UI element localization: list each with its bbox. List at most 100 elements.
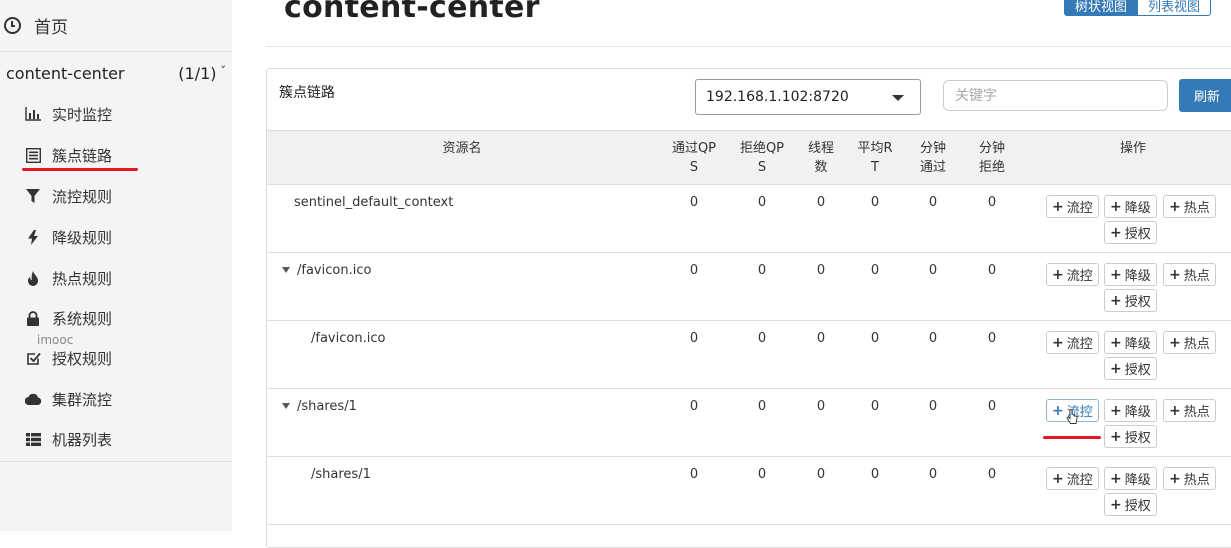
caret-down-icon[interactable] bbox=[282, 403, 290, 409]
sidebar-item-system-rules[interactable]: 系统规则 bbox=[24, 300, 224, 336]
sidebar-item-degrade-rules[interactable]: 降级规则 bbox=[24, 219, 224, 255]
sidebar-item-label: 降级规则 bbox=[52, 228, 113, 247]
col-minute-block: 分钟 拒绝 bbox=[978, 141, 1005, 175]
add-auth-rule-button[interactable]: + 授权 bbox=[1104, 221, 1157, 244]
add-hot-rule-button[interactable]: + 热点 bbox=[1163, 331, 1216, 354]
sidebar-home-label: 首页 bbox=[34, 18, 68, 38]
metric-value: 0 bbox=[816, 467, 826, 482]
sidebar-item-machine-list[interactable]: 机器列表 bbox=[24, 421, 224, 457]
add-degrade-rule-button[interactable]: + 降级 bbox=[1104, 331, 1157, 354]
resource-name: /shares/1 bbox=[311, 467, 371, 482]
plus-icon: + bbox=[1110, 198, 1122, 215]
machine-count: (1/1) bbox=[178, 63, 217, 83]
add-flow-rule-button[interactable]: + 流控 bbox=[1046, 331, 1099, 354]
clock-icon bbox=[4, 17, 21, 34]
filter-icon bbox=[24, 188, 42, 204]
add-degrade-rule-button[interactable]: + 降级 bbox=[1104, 399, 1157, 422]
add-auth-rule-button[interactable]: + 授权 bbox=[1104, 493, 1157, 516]
plus-icon: + bbox=[1110, 470, 1122, 487]
metric-value: 0 bbox=[870, 467, 880, 482]
plus-icon: + bbox=[1052, 198, 1064, 215]
metric-value: 0 bbox=[816, 195, 826, 210]
metric-value: 0 bbox=[757, 331, 767, 346]
metric-value: 0 bbox=[928, 195, 938, 210]
plus-icon: + bbox=[1110, 266, 1122, 283]
sidebar-item-label: 系统规则 bbox=[52, 309, 113, 328]
refresh-button[interactable]: 刷新 bbox=[1179, 79, 1231, 112]
add-degrade-rule-button[interactable]: + 降级 bbox=[1104, 263, 1157, 286]
lock-icon bbox=[24, 310, 42, 326]
col-block-qps: 拒绝QP S bbox=[739, 141, 785, 175]
bolt-icon bbox=[24, 229, 42, 245]
metric-value: 0 bbox=[757, 399, 767, 414]
metric-value: 0 bbox=[757, 467, 767, 482]
annotation-underline bbox=[1043, 436, 1101, 439]
add-auth-rule-button[interactable]: + 授权 bbox=[1104, 357, 1157, 380]
check-square-icon bbox=[24, 350, 42, 366]
metric-value: 0 bbox=[816, 263, 826, 278]
plus-icon: + bbox=[1110, 428, 1122, 445]
metric-value: 0 bbox=[928, 399, 938, 414]
cloud-icon bbox=[24, 391, 42, 407]
metric-value: 0 bbox=[689, 467, 699, 482]
plus-icon: + bbox=[1052, 402, 1064, 419]
machine-select-value: 192.168.1.102:8720 bbox=[706, 89, 849, 105]
plus-icon: + bbox=[1169, 266, 1181, 283]
keyword-search-input[interactable] bbox=[943, 80, 1168, 111]
table-row: /favicon.ico 0 0 0 0 0 0 + 流控 + 降级 + 热点 + 授权 bbox=[267, 321, 1231, 389]
caret-down-icon[interactable] bbox=[282, 267, 290, 273]
metric-value: 0 bbox=[816, 331, 826, 346]
sidebar-item-label: 实时监控 bbox=[52, 105, 113, 124]
add-auth-rule-button[interactable]: + 授权 bbox=[1104, 425, 1157, 448]
col-avg-rt: 平均R T bbox=[857, 141, 893, 175]
plus-icon: + bbox=[1052, 470, 1064, 487]
add-hot-rule-button[interactable]: + 热点 bbox=[1163, 467, 1216, 490]
sidebar-divider bbox=[0, 461, 232, 462]
add-flow-rule-button[interactable]: + 流控 bbox=[1046, 467, 1099, 490]
plus-icon: + bbox=[1110, 402, 1122, 419]
sidebar-item-hotspot-rules[interactable]: 热点规则 bbox=[24, 260, 224, 296]
machine-select[interactable]: 192.168.1.102:8720 bbox=[695, 79, 921, 115]
metric-value: 0 bbox=[987, 467, 997, 482]
resource-name[interactable]: /shares/1 bbox=[282, 399, 357, 414]
plus-icon: + bbox=[1110, 496, 1122, 513]
view-toggle: 树状视图 列表视图 bbox=[1064, 0, 1212, 16]
page-title: content-center bbox=[284, 0, 540, 25]
sidebar-item-label: 机器列表 bbox=[52, 430, 113, 449]
metric-value: 0 bbox=[987, 263, 997, 278]
sidebar-app-header[interactable]: content-center (1/1) ˅ bbox=[0, 52, 232, 94]
sidebar-item-label: 簇点链路 bbox=[52, 146, 113, 165]
tree-view-button[interactable]: 树状视图 bbox=[1064, 0, 1139, 16]
col-resource: 资源名 bbox=[442, 141, 482, 156]
add-degrade-rule-button[interactable]: + 降级 bbox=[1104, 195, 1157, 218]
add-hot-rule-button[interactable]: + 热点 bbox=[1163, 399, 1216, 422]
table-row: sentinel_default_context 0 0 0 0 0 0 + 流控 + 降级 + 热点 +… bbox=[267, 185, 1231, 253]
sidebar-home[interactable]: 首页 bbox=[0, 0, 232, 52]
sidebar-item-label: 流控规则 bbox=[52, 187, 113, 206]
sidebar-item-flow-rules[interactable]: 流控规则 bbox=[24, 178, 224, 214]
sidebar-item-cluster-flow[interactable]: 集群流控 bbox=[24, 381, 224, 417]
bar-chart-icon bbox=[24, 106, 42, 122]
metric-value: 0 bbox=[689, 399, 699, 414]
metric-value: 0 bbox=[870, 331, 880, 346]
add-hot-rule-button[interactable]: + 热点 bbox=[1163, 263, 1216, 286]
metric-value: 0 bbox=[757, 263, 767, 278]
add-degrade-rule-button[interactable]: + 降级 bbox=[1104, 467, 1157, 490]
plus-icon: + bbox=[1052, 266, 1064, 283]
add-flow-rule-button[interactable]: + 流控 bbox=[1046, 195, 1099, 218]
sidebar-item-realtime-monitor[interactable]: 实时监控 bbox=[24, 96, 224, 132]
add-auth-rule-button[interactable]: + 授权 bbox=[1104, 289, 1157, 312]
metric-value: 0 bbox=[928, 467, 938, 482]
plus-icon: + bbox=[1110, 224, 1122, 241]
col-minute-pass: 分钟 通过 bbox=[919, 141, 946, 175]
metric-value: 0 bbox=[757, 195, 767, 210]
chevron-down-icon: ˅ bbox=[220, 63, 227, 77]
list-view-button[interactable]: 列表视图 bbox=[1138, 0, 1212, 16]
add-hot-rule-button[interactable]: + 热点 bbox=[1163, 195, 1216, 218]
sidebar-item-label: 集群流控 bbox=[52, 390, 113, 409]
add-flow-rule-button[interactable]: + 流控 bbox=[1046, 263, 1099, 286]
sidebar-item-auth-rules[interactable]: 授权规则 bbox=[24, 340, 224, 376]
resource-name[interactable]: /favicon.ico bbox=[282, 263, 371, 278]
metric-value: 0 bbox=[987, 399, 997, 414]
metric-value: 0 bbox=[987, 331, 997, 346]
